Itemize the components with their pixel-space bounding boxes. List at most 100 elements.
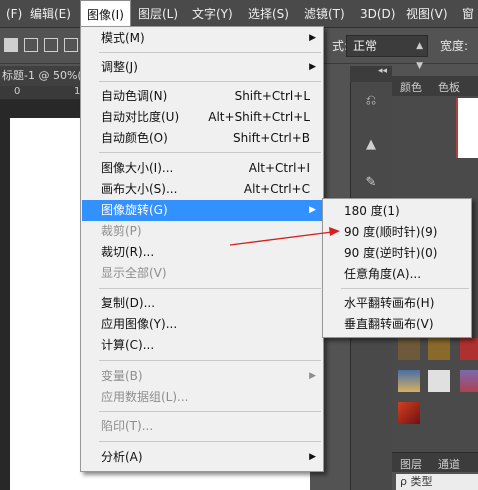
menu-window[interactable]: 窗 bbox=[456, 0, 478, 28]
menu-item-label: 自动色调(N) bbox=[101, 89, 168, 103]
layers-panel-tabs: 图层 通道 bbox=[392, 452, 478, 472]
histogram-icon[interactable]: ▲ bbox=[362, 136, 380, 154]
menu-item-auto-color[interactable]: 自动颜色(O) Shift+Ctrl+B bbox=[82, 128, 322, 149]
menu-separator bbox=[99, 441, 321, 442]
menu-item-mode[interactable]: 模式(M) ▶ bbox=[82, 28, 322, 49]
image-menu: 模式(M) ▶ 调整(J) ▶ 自动色调(N) Shift+Ctrl+L 自动对比度(… bbox=[80, 26, 324, 472]
menu-item-label: 变量(B) bbox=[101, 369, 143, 383]
menu-bar: (F) 编辑(E) 图像(I) 图层(L) 文字(Y) 选择(S) 滤镜(T) … bbox=[0, 0, 478, 29]
menu-item-image-rotation[interactable]: 图像旋转(G) ▶ bbox=[82, 200, 322, 221]
menu-item-shortcut: Shift+Ctrl+L bbox=[234, 89, 310, 103]
menu-separator bbox=[99, 360, 321, 361]
style-swatch[interactable] bbox=[460, 370, 478, 392]
menu-item-apply-image[interactable]: 应用图像(Y)... bbox=[82, 314, 322, 335]
menu-item-label: 计算(C)... bbox=[101, 338, 155, 352]
menu-separator bbox=[99, 288, 321, 289]
collapse-icon[interactable]: ◂◂ bbox=[378, 66, 387, 76]
ruler-label: 0 bbox=[14, 86, 21, 97]
image-rotation-submenu: 180 度(1) 90 度(顺时针)(9) 90 度(逆时针)(0) 任意角度(… bbox=[322, 198, 472, 338]
style-swatch[interactable] bbox=[398, 402, 420, 424]
menu-item-image-size[interactable]: 图像大小(I)... Alt+Ctrl+I bbox=[82, 158, 322, 179]
submenu-arrow-icon: ▶ bbox=[309, 371, 316, 381]
menu-layer[interactable]: 图层(L) bbox=[132, 0, 184, 28]
selection-subtract-icon[interactable] bbox=[44, 38, 58, 52]
menu-item-label: 自动对比度(U) bbox=[101, 110, 180, 124]
selection-add-icon[interactable] bbox=[24, 38, 38, 52]
menu-select[interactable]: 选择(S) bbox=[242, 0, 295, 28]
submenu-arrow-icon: ▶ bbox=[309, 205, 316, 215]
menu-item-adjustments[interactable]: 调整(J) ▶ bbox=[82, 57, 322, 78]
menu-item-shortcut: Shift+Ctrl+B bbox=[233, 131, 310, 145]
menu-separator bbox=[99, 81, 321, 82]
submenu-item-flip-vertical[interactable]: 垂直翻转画布(V) bbox=[324, 314, 470, 335]
menu-filter[interactable]: 滤镜(T) bbox=[298, 0, 351, 28]
menu-item-label: 应用图像(Y)... bbox=[101, 317, 178, 331]
menu-image[interactable]: 图像(I) bbox=[80, 0, 131, 29]
menu-item-duplicate[interactable]: 复制(D)... bbox=[82, 293, 322, 314]
menu-separator bbox=[99, 152, 321, 153]
submenu-item-rotate-180[interactable]: 180 度(1) bbox=[324, 201, 470, 222]
tab-swatches[interactable]: 色板 bbox=[438, 79, 460, 95]
menu-separator bbox=[99, 411, 321, 412]
menu-item-label: 模式(M) bbox=[101, 31, 145, 45]
menu-item-canvas-size[interactable]: 画布大小(S)... Alt+Ctrl+C bbox=[82, 179, 322, 200]
menu-item-label: 陷印(T)... bbox=[101, 419, 154, 433]
menu-item-shortcut: Alt+Ctrl+C bbox=[243, 182, 310, 196]
style-swatch[interactable] bbox=[460, 338, 478, 360]
submenu-item-rotate-90-cw[interactable]: 90 度(顺时针)(9) bbox=[324, 222, 470, 243]
menu-item-label: 应用数据组(L)... bbox=[101, 390, 189, 404]
selection-new-icon[interactable] bbox=[4, 38, 18, 52]
style-select[interactable]: 正常 ▲ ▼ bbox=[346, 35, 428, 71]
menu-view[interactable]: 视图(V) bbox=[400, 0, 454, 28]
tab-color[interactable]: 颜色 bbox=[400, 79, 422, 95]
submenu-item-arbitrary[interactable]: 任意角度(A)... bbox=[324, 264, 470, 285]
menu-item-label: 裁切(R)... bbox=[101, 245, 155, 259]
menu-item-auto-contrast[interactable]: 自动对比度(U) Alt+Shift+Ctrl+L bbox=[82, 107, 322, 128]
menu-separator bbox=[99, 52, 321, 53]
submenu-arrow-icon: ▶ bbox=[309, 62, 316, 72]
menu-3d[interactable]: 3D(D) bbox=[354, 0, 401, 28]
menu-separator bbox=[341, 288, 469, 289]
color-panel-tabs: 颜色 色板 bbox=[392, 76, 478, 96]
menu-item-variables[interactable]: 变量(B) ▶ bbox=[82, 366, 322, 387]
menu-item-label: 调整(J) bbox=[101, 60, 138, 74]
width-label: 宽度: bbox=[440, 39, 469, 53]
menu-item-label: 裁剪(P) bbox=[101, 224, 142, 238]
menu-item-crop[interactable]: 裁剪(P) bbox=[82, 221, 322, 242]
menu-type[interactable]: 文字(Y) bbox=[186, 0, 239, 28]
menu-item-analysis[interactable]: 分析(A) ▶ bbox=[82, 447, 322, 468]
menu-item-shortcut: Alt+Shift+Ctrl+L bbox=[208, 110, 310, 124]
style-swatch[interactable] bbox=[428, 370, 450, 392]
menu-item-label: 复制(D)... bbox=[101, 296, 156, 310]
menu-item-auto-tone[interactable]: 自动色调(N) Shift+Ctrl+L bbox=[82, 86, 322, 107]
tab-layers[interactable]: 图层 bbox=[400, 456, 422, 472]
menu-item-label: 图像大小(I)... bbox=[101, 161, 174, 175]
submenu-arrow-icon: ▶ bbox=[309, 452, 316, 462]
menu-item-label: 图像旋转(G) bbox=[101, 203, 168, 217]
submenu-item-rotate-90-ccw[interactable]: 90 度(逆时针)(0) bbox=[324, 243, 470, 264]
tab-channels[interactable]: 通道 bbox=[438, 456, 460, 472]
selection-intersect-icon[interactable] bbox=[64, 38, 78, 52]
menu-item-trim[interactable]: 裁切(R)... bbox=[82, 242, 322, 263]
layer-filter-input[interactable]: ρ 类型 bbox=[396, 474, 478, 490]
style-swatch[interactable] bbox=[398, 370, 420, 392]
select-arrows-icon: ▲ ▼ bbox=[416, 41, 423, 71]
color-swatch[interactable] bbox=[456, 98, 478, 158]
history-icon[interactable]: ⎌ bbox=[362, 92, 380, 110]
menu-item-label: 画布大小(S)... bbox=[101, 182, 178, 196]
menu-item-apply-data-set[interactable]: 应用数据组(L)... bbox=[82, 387, 322, 408]
menu-item-reveal-all[interactable]: 显示全部(V) bbox=[82, 263, 322, 284]
submenu-arrow-icon: ▶ bbox=[309, 33, 316, 43]
menu-item-calculations[interactable]: 计算(C)... bbox=[82, 335, 322, 356]
style-swatch[interactable] bbox=[428, 338, 450, 360]
menu-item-shortcut: Alt+Ctrl+I bbox=[248, 161, 310, 175]
submenu-item-flip-horizontal[interactable]: 水平翻转画布(H) bbox=[324, 293, 470, 314]
menu-item-label: 自动颜色(O) bbox=[101, 131, 168, 145]
brush-preset-icon[interactable]: ✎ bbox=[362, 174, 380, 192]
menu-item-trap[interactable]: 陷印(T)... bbox=[82, 416, 322, 437]
menu-item-label: 显示全部(V) bbox=[101, 266, 167, 280]
style-select-value: 正常 bbox=[353, 39, 378, 53]
menu-edit[interactable]: 编辑(E) bbox=[24, 0, 77, 28]
menu-item-label: 分析(A) bbox=[101, 450, 143, 464]
style-swatch[interactable] bbox=[398, 338, 420, 360]
